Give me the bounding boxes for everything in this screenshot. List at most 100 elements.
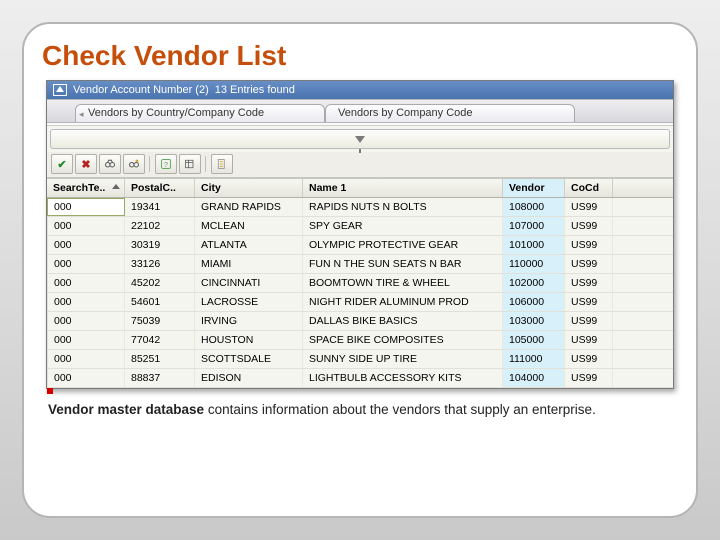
cell-city: MIAMI xyxy=(195,255,303,273)
col-postal-code[interactable]: PostalC.. xyxy=(125,179,195,197)
window-header: Vendor Account Number (2) 13 Entries fou… xyxy=(47,81,673,99)
table-row[interactable]: 00030319ATLANTAOLYMPIC PROTECTIVE GEAR10… xyxy=(47,236,673,255)
cell-city: SCOTTSDALE xyxy=(195,350,303,368)
tab-strip: ◂ Vendors by Country/Company Code Vendor… xyxy=(47,99,673,123)
cell-vendor: 110000 xyxy=(503,255,565,273)
caption-bold: Vendor master database xyxy=(48,402,204,417)
cell-city: GRAND RAPIDS xyxy=(195,198,303,216)
layout-icon xyxy=(184,158,196,170)
cell-postal-code: 88837 xyxy=(125,369,195,387)
col-name1[interactable]: Name 1 xyxy=(303,179,503,197)
cell-cocd: US99 xyxy=(565,350,613,368)
cancel-button[interactable]: ✖ xyxy=(75,154,97,174)
cell-vendor: 111000 xyxy=(503,350,565,368)
cell-cocd: US99 xyxy=(565,331,613,349)
tab-body-divider xyxy=(47,123,673,126)
cell-name1: NIGHT RIDER ALUMINUM PROD xyxy=(303,293,503,311)
cell-vendor: 108000 xyxy=(503,198,565,216)
col-city[interactable]: City xyxy=(195,179,303,197)
svg-text:?: ? xyxy=(164,160,168,169)
cell-postal-code: 19341 xyxy=(125,198,195,216)
tab-label: Vendors by Country/Company Code xyxy=(88,107,264,119)
tab-vendors-by-company[interactable]: Vendors by Company Code xyxy=(325,104,575,122)
table-row[interactable]: 00085251SCOTTSDALESUNNY SIDE UP TIRE1110… xyxy=(47,350,673,369)
table-row[interactable]: 00019341GRAND RAPIDSRAPIDS NUTS N BOLTS1… xyxy=(47,198,673,217)
col-vendor[interactable]: Vendor xyxy=(503,179,565,197)
check-icon: ✔ xyxy=(57,158,66,171)
cell-vendor: 101000 xyxy=(503,236,565,254)
cell-vendor: 106000 xyxy=(503,293,565,311)
cell-name1: LIGHTBULB ACCESSORY KITS xyxy=(303,369,503,387)
cell-cocd: US99 xyxy=(565,274,613,292)
tab-label: Vendors by Company Code xyxy=(338,107,473,119)
cell-city: IRVING xyxy=(195,312,303,330)
cell-name1: SPACE BIKE COMPOSITES xyxy=(303,331,503,349)
slide-card: Check Vendor List Vendor Account Number … xyxy=(22,22,698,518)
layout-button[interactable] xyxy=(179,154,201,174)
grid-body: 00019341GRAND RAPIDSRAPIDS NUTS N BOLTS1… xyxy=(47,198,673,388)
cell-name1: DALLAS BIKE BASICS xyxy=(303,312,503,330)
vendor-column-highlight xyxy=(47,388,53,394)
cell-city: CINCINNATI xyxy=(195,274,303,292)
cell-search-term: 000 xyxy=(47,312,125,330)
grid-header-row: SearchTe.. PostalC.. City Name 1 Vendor … xyxy=(47,178,673,198)
cell-vendor: 102000 xyxy=(503,274,565,292)
toolbar-separator xyxy=(203,154,209,174)
cell-vendor: 105000 xyxy=(503,331,565,349)
help-icon: ? xyxy=(160,158,172,170)
vendor-list-window: Vendor Account Number (2) 13 Entries fou… xyxy=(46,80,674,389)
cell-vendor: 107000 xyxy=(503,217,565,235)
cell-name1: RAPIDS NUTS N BOLTS xyxy=(303,198,503,216)
cell-name1: SPY GEAR xyxy=(303,217,503,235)
binoculars-plus-icon xyxy=(128,158,140,170)
table-row[interactable]: 00054601LACROSSENIGHT RIDER ALUMINUM PRO… xyxy=(47,293,673,312)
cell-search-term: 000 xyxy=(47,198,125,216)
cell-postal-code: 85251 xyxy=(125,350,195,368)
cell-search-term: 000 xyxy=(47,274,125,292)
col-cocd[interactable]: CoCd xyxy=(565,179,613,197)
cell-postal-code: 22102 xyxy=(125,217,195,235)
cell-name1: BOOMTOWN TIRE & WHEEL xyxy=(303,274,503,292)
table-row[interactable]: 00075039IRVINGDALLAS BIKE BASICS103000US… xyxy=(47,312,673,331)
cell-cocd: US99 xyxy=(565,312,613,330)
personal-list-button[interactable] xyxy=(211,154,233,174)
cell-city: LACROSSE xyxy=(195,293,303,311)
result-toolbar: ✔ ✖ ? xyxy=(47,152,673,178)
table-row[interactable]: 00077042HOUSTONSPACE BIKE COMPOSITES1050… xyxy=(47,331,673,350)
cell-cocd: US99 xyxy=(565,198,613,216)
cell-name1: SUNNY SIDE UP TIRE xyxy=(303,350,503,368)
table-row[interactable]: 00045202CINCINNATIBOOMTOWN TIRE & WHEEL1… xyxy=(47,274,673,293)
cell-cocd: US99 xyxy=(565,369,613,387)
cell-search-term: 000 xyxy=(47,236,125,254)
choose-button[interactable]: ✔ xyxy=(51,154,73,174)
cell-cocd: US99 xyxy=(565,217,613,235)
cell-postal-code: 33126 xyxy=(125,255,195,273)
cell-postal-code: 75039 xyxy=(125,312,195,330)
cell-city: ATLANTA xyxy=(195,236,303,254)
caption-rest: contains information about the vendors t… xyxy=(204,402,596,417)
find-button[interactable] xyxy=(99,154,121,174)
cell-search-term: 000 xyxy=(47,255,125,273)
cell-postal-code: 45202 xyxy=(125,274,195,292)
slide-caption: Vendor master database contains informat… xyxy=(42,401,678,419)
cell-cocd: US99 xyxy=(565,255,613,273)
cell-city: EDISON xyxy=(195,369,303,387)
table-row[interactable]: 00033126MIAMIFUN N THE SUN SEATS N BAR11… xyxy=(47,255,673,274)
tab-vendors-by-country-company[interactable]: ◂ Vendors by Country/Company Code xyxy=(75,104,325,122)
cell-search-term: 000 xyxy=(47,293,125,311)
table-row[interactable]: 00088837EDISONLIGHTBULB ACCESSORY KITS10… xyxy=(47,369,673,388)
toolbar-separator xyxy=(147,154,153,174)
cell-search-term: 000 xyxy=(47,350,125,368)
cell-search-term: 000 xyxy=(47,369,125,387)
help-button[interactable]: ? xyxy=(155,154,177,174)
page-title: Check Vendor List xyxy=(42,40,678,72)
funnel-icon xyxy=(355,136,365,143)
find-next-button[interactable] xyxy=(123,154,145,174)
col-search-term[interactable]: SearchTe.. xyxy=(47,179,125,197)
table-row[interactable]: 00022102MCLEANSPY GEAR107000US99 xyxy=(47,217,673,236)
cell-search-term: 000 xyxy=(47,217,125,235)
chevron-left-icon: ◂ xyxy=(79,109,84,120)
binoculars-icon xyxy=(104,158,116,170)
result-grid: SearchTe.. PostalC.. City Name 1 Vendor … xyxy=(47,178,673,388)
restrictions-bar[interactable] xyxy=(50,129,670,149)
